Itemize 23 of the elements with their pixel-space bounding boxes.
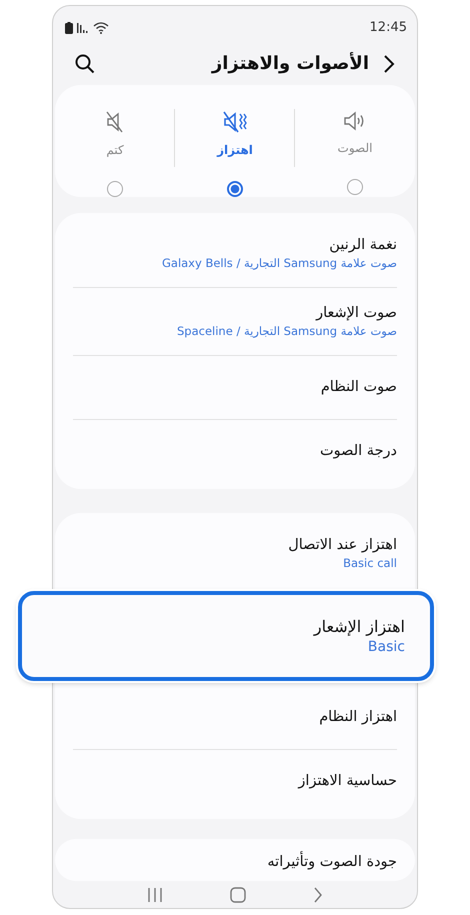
- search-icon[interactable]: [75, 54, 95, 74]
- settings-item[interactable]: نغمة الرنين صوت علامة Samsung التجارية / Galaxy Bells: [73, 218, 397, 287]
- recent-apps-icon[interactable]: [146, 886, 163, 903]
- wifi-icon: [93, 21, 109, 34]
- battery-icon: [65, 22, 73, 34]
- back-icon[interactable]: [313, 886, 324, 903]
- vibrate-speaker-icon: [223, 110, 247, 133]
- radio-button[interactable]: [107, 180, 123, 197]
- sound-mode-option[interactable]: اهتزاز: [175, 84, 295, 197]
- page-title: الأصوات والاهتزاز: [210, 53, 369, 74]
- settings-item[interactable]: جودة الصوت وتأثيراته: [73, 852, 397, 882]
- radio-button[interactable]: [347, 178, 363, 195]
- settings-item[interactable]: اهتزاز النظام: [73, 684, 397, 749]
- status-time: 12:45: [370, 20, 407, 35]
- muted-speaker-icon: [106, 110, 124, 133]
- settings-item[interactable]: صوت الإشعار صوت علامة Samsung التجارية / Spaceline: [73, 286, 397, 355]
- home-icon[interactable]: [230, 886, 246, 903]
- settings-item[interactable]: حساسية الاهتزاز: [73, 748, 397, 813]
- signal-icon: [77, 22, 89, 33]
- settings-item[interactable]: صوت النظام: [73, 354, 397, 419]
- settings-item[interactable]: درجة الصوت: [73, 418, 397, 483]
- radio-button[interactable]: [227, 180, 243, 197]
- back-chevron-icon[interactable]: [383, 54, 395, 74]
